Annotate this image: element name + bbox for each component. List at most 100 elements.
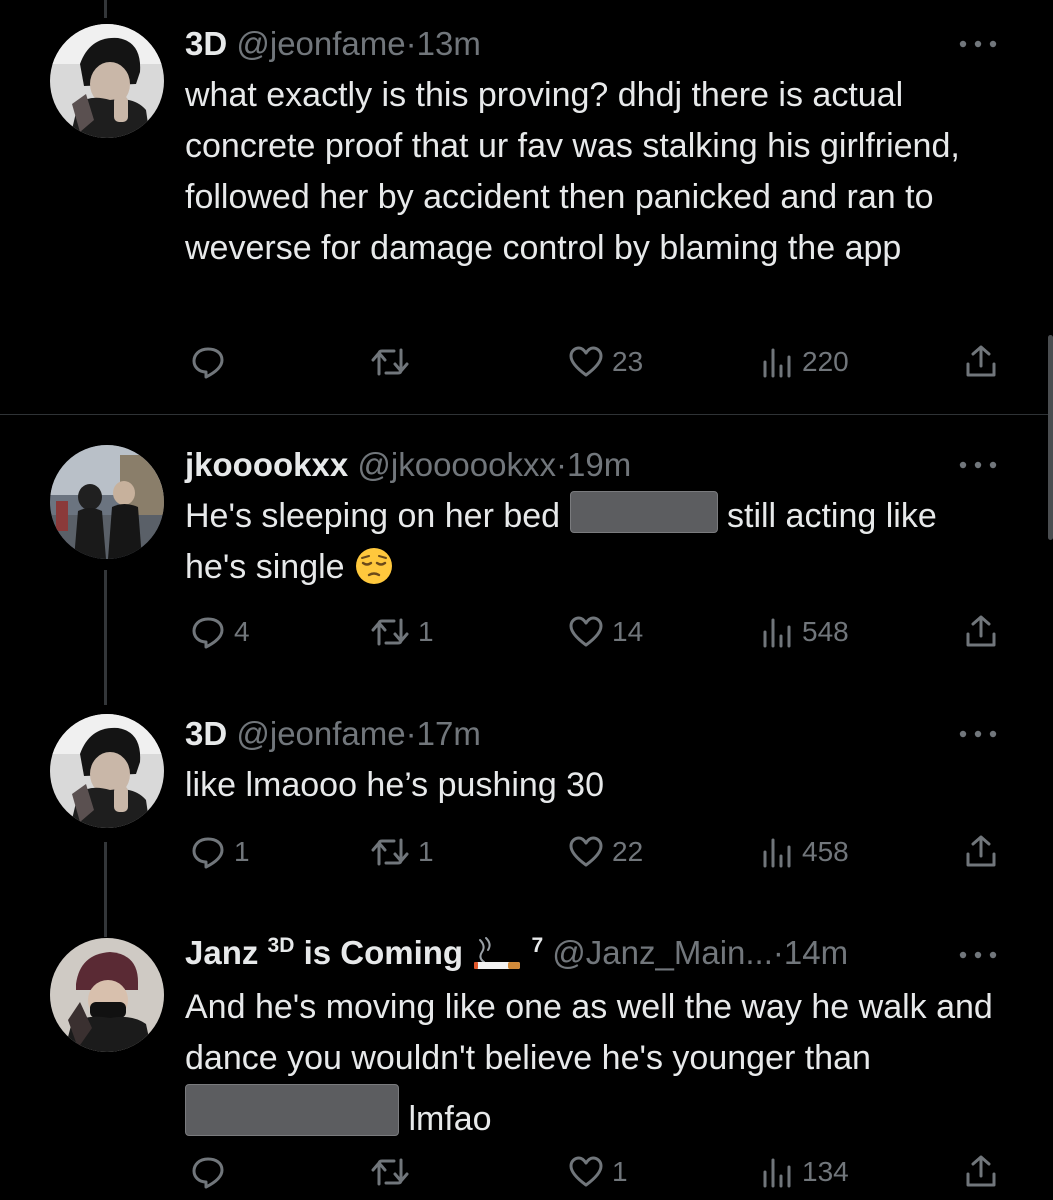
reply-button[interactable] bbox=[190, 1150, 234, 1194]
share-icon bbox=[963, 614, 999, 650]
like-button[interactable]: 23 bbox=[568, 340, 643, 384]
views-button[interactable]: 134 bbox=[760, 1150, 849, 1194]
heart-icon bbox=[568, 344, 604, 380]
heart-icon bbox=[568, 614, 604, 650]
like-count: 23 bbox=[612, 346, 644, 377]
timestamp[interactable]: 17m bbox=[417, 715, 481, 752]
views-icon bbox=[760, 834, 794, 870]
tweet-actions: 1 1 22 458 bbox=[185, 830, 1015, 874]
tweet-header: 3D @jeonfame·17m bbox=[185, 714, 481, 754]
retweet-button[interactable]: 1 bbox=[370, 610, 434, 654]
like-button[interactable]: 22 bbox=[568, 830, 643, 874]
views-button[interactable]: 548 bbox=[760, 610, 849, 654]
cigarette-icon bbox=[472, 932, 522, 981]
separator-dot: · bbox=[405, 25, 417, 62]
more-icon[interactable] bbox=[955, 724, 1001, 744]
views-icon bbox=[760, 614, 794, 650]
display-name[interactable]: 3D bbox=[185, 715, 227, 752]
avatar[interactable] bbox=[50, 938, 164, 1052]
share-button[interactable] bbox=[963, 610, 999, 654]
user-handle[interactable]: @jeonfame bbox=[236, 715, 405, 752]
separator-dot: · bbox=[405, 715, 417, 752]
display-name[interactable]: jkooookxx bbox=[185, 446, 348, 483]
tweet-header: Janz 3D is Coming 7 @Janz_Main...·14m bbox=[185, 932, 848, 981]
views-icon bbox=[760, 344, 794, 380]
tweet-4[interactable]: Janz 3D is Coming 7 @Janz_Main...·14m An… bbox=[0, 930, 1053, 1200]
retweet-icon bbox=[370, 834, 410, 870]
like-count: 22 bbox=[612, 836, 644, 867]
redacted-block bbox=[185, 1084, 399, 1136]
user-handle[interactable]: @Janz_Main... bbox=[552, 934, 773, 971]
views-icon bbox=[760, 1154, 794, 1190]
views-count: 134 bbox=[802, 1156, 849, 1187]
display-name-superscript-2: 7 bbox=[531, 934, 544, 957]
user-handle[interactable]: @jkoooookxx bbox=[357, 446, 556, 483]
views-count: 458 bbox=[802, 836, 849, 867]
share-button[interactable] bbox=[963, 1150, 999, 1194]
retweet-icon bbox=[370, 614, 410, 650]
avatar[interactable] bbox=[50, 714, 164, 828]
retweet-button[interactable]: 1 bbox=[370, 830, 434, 874]
views-count: 220 bbox=[802, 346, 849, 377]
reply-icon bbox=[190, 614, 226, 650]
views-button[interactable]: 220 bbox=[760, 340, 849, 384]
tweet-1[interactable]: 3D @jeonfame·13m what exactly is this pr… bbox=[0, 0, 1053, 414]
user-handle[interactable]: @jeonfame bbox=[236, 25, 405, 62]
like-count: 1 bbox=[612, 1156, 628, 1187]
like-count: 14 bbox=[612, 616, 644, 647]
timestamp[interactable]: 19m bbox=[567, 446, 631, 483]
retweet-count: 1 bbox=[418, 836, 434, 867]
like-button[interactable]: 14 bbox=[568, 610, 643, 654]
display-name[interactable]: 3D bbox=[185, 25, 227, 62]
tweet-2[interactable]: jkooookxx @jkoooookxx·19m He's sleeping … bbox=[0, 415, 1053, 690]
like-button[interactable]: 1 bbox=[568, 1150, 628, 1194]
tweet-actions: 1 134 bbox=[185, 1150, 1015, 1194]
tweet-text-part: He's sleeping on her bed bbox=[185, 497, 561, 535]
tweet-actions: 4 1 14 548 bbox=[185, 610, 1015, 654]
separator-dot: · bbox=[556, 446, 567, 483]
tweet-actions: 23 220 bbox=[185, 340, 1015, 384]
display-name-suffix[interactable]: is Coming bbox=[304, 934, 464, 971]
tweet-header: jkooookxx @jkoooookxx·19m bbox=[185, 445, 631, 485]
more-icon[interactable] bbox=[955, 945, 1001, 965]
reply-icon bbox=[190, 1154, 226, 1190]
share-icon bbox=[963, 834, 999, 870]
retweet-count: 1 bbox=[418, 616, 434, 647]
separator-dot: · bbox=[772, 934, 784, 971]
tweet-text-part: lmfao bbox=[408, 1100, 492, 1138]
pensive-face-icon bbox=[354, 546, 394, 601]
heart-icon bbox=[568, 834, 604, 870]
reply-button[interactable] bbox=[190, 340, 234, 384]
views-button[interactable]: 458 bbox=[760, 830, 849, 874]
share-icon bbox=[963, 344, 999, 380]
heart-icon bbox=[568, 1154, 604, 1190]
tweet-text-part: And he's moving like one as well the way… bbox=[185, 988, 993, 1077]
retweet-icon bbox=[370, 1154, 410, 1190]
tweet-3[interactable]: 3D @jeonfame·17m like lmaooo he’s pushin… bbox=[0, 690, 1053, 930]
reply-icon bbox=[190, 834, 226, 870]
timestamp[interactable]: 14m bbox=[784, 934, 848, 971]
reply-button[interactable]: 4 bbox=[190, 610, 250, 654]
display-name[interactable]: Janz bbox=[185, 934, 258, 971]
retweet-icon bbox=[370, 344, 410, 380]
views-count: 548 bbox=[802, 616, 849, 647]
more-icon[interactable] bbox=[955, 34, 1001, 54]
tweet-text: And he's moving like one as well the way… bbox=[185, 982, 1005, 1145]
avatar[interactable] bbox=[50, 445, 164, 559]
more-icon[interactable] bbox=[955, 455, 1001, 475]
reply-icon bbox=[190, 344, 226, 380]
display-name-superscript: 3D bbox=[267, 934, 295, 957]
retweet-button[interactable] bbox=[370, 1150, 418, 1194]
tweet-header: 3D @jeonfame·13m bbox=[185, 24, 481, 64]
retweet-button[interactable] bbox=[370, 340, 418, 384]
tweet-text: what exactly is this proving? dhdj there… bbox=[185, 76, 960, 267]
tweet-text: He's sleeping on her bed still acting li… bbox=[185, 491, 1005, 601]
reply-button[interactable]: 1 bbox=[190, 830, 250, 874]
timestamp[interactable]: 13m bbox=[417, 25, 481, 62]
share-icon bbox=[963, 1154, 999, 1190]
reply-count: 1 bbox=[234, 836, 250, 867]
avatar[interactable] bbox=[50, 24, 164, 138]
tweet-text: like lmaooo he’s pushing 30 bbox=[185, 766, 604, 804]
share-button[interactable] bbox=[963, 830, 999, 874]
share-button[interactable] bbox=[963, 340, 999, 384]
